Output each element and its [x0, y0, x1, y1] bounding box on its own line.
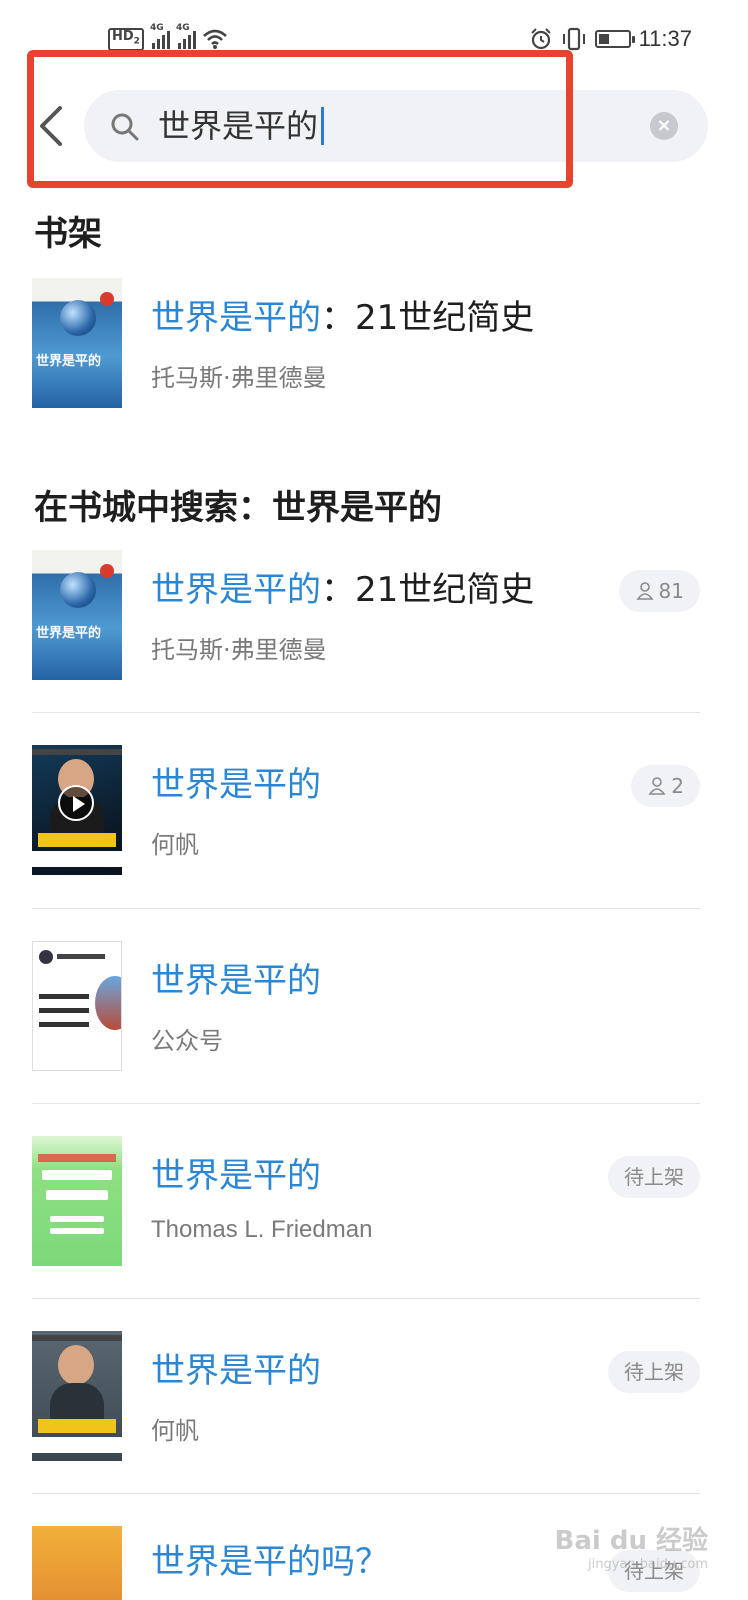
hd-badge: HD2	[108, 28, 144, 51]
book-cover: 世界是平的	[32, 550, 122, 680]
book-author: 托马斯·弗里德曼	[151, 364, 327, 392]
bookshelf-item[interactable]: 世界是平的 世界是平的：21世纪简史 托马斯·弗里德曼	[32, 278, 700, 473]
book-title: 世界是平的	[151, 1351, 321, 1391]
play-icon[interactable]	[58, 785, 94, 821]
book-author: 何帆	[151, 831, 199, 859]
store-section-title: 在书城中搜索：世界是平的	[34, 488, 442, 528]
store-result-item[interactable]: 世界是平的 Thomas L. Friedman 待上架	[32, 1136, 700, 1299]
book-author: Thomas L. Friedman	[151, 1216, 373, 1243]
store-result-item[interactable]: 世界是平的 世界是平的：21世纪简史 托马斯·弗里德曼 81	[32, 550, 700, 713]
book-title: 世界是平的：21世纪简史	[151, 298, 535, 338]
signal-icon: 4G	[176, 23, 196, 50]
annotation-highlight-box	[27, 50, 573, 188]
bookshelf-section-title: 书架	[34, 214, 102, 254]
system-indicators: 11:37	[529, 26, 692, 52]
signal-icon: 4G	[150, 23, 170, 50]
book-cover: 世界是平的	[32, 278, 122, 408]
book-title: 世界是平的	[151, 1156, 321, 1196]
alarm-icon	[530, 28, 551, 50]
pending-shelf-badge: 待上架	[608, 1156, 700, 1198]
video-cover	[32, 1331, 122, 1461]
store-result-item[interactable]: 世界是平的 公众号	[32, 941, 700, 1104]
store-result-item[interactable]: 世界是平的 何帆 2	[32, 745, 700, 909]
book-title: 世界是平的	[151, 765, 321, 805]
wifi-icon	[203, 30, 227, 50]
video-cover	[32, 745, 122, 875]
book-author: 托马斯·弗里德曼	[151, 636, 327, 664]
book-title: 世界是平的吗？	[151, 1542, 389, 1582]
clear-icon[interactable]: ×	[650, 112, 678, 140]
book-title: 世界是平的：21世纪简史	[151, 570, 535, 610]
battery-icon	[594, 30, 635, 48]
book-author: 何帆	[151, 1417, 199, 1445]
reader-count-badge: 81	[618, 570, 700, 612]
clock: 11:37	[638, 26, 692, 51]
reader-icon	[648, 777, 666, 795]
book-author: 公众号	[151, 1027, 223, 1055]
network-indicators: HD2 4G 4G	[108, 23, 228, 51]
vibrate-icon	[562, 27, 585, 51]
article-cover	[32, 941, 122, 1071]
book-title: 世界是平的	[151, 961, 321, 1001]
store-result-item[interactable]: 世界是平的 何帆 待上架	[32, 1331, 700, 1494]
book-cover	[32, 1526, 122, 1600]
reader-icon	[636, 582, 654, 600]
pending-shelf-badge: 待上架	[608, 1351, 700, 1393]
book-cover	[32, 1136, 122, 1266]
watermark: Bai du 经验 jingyan.baidu.com	[554, 1526, 709, 1572]
reader-count-badge: 2	[631, 765, 700, 807]
